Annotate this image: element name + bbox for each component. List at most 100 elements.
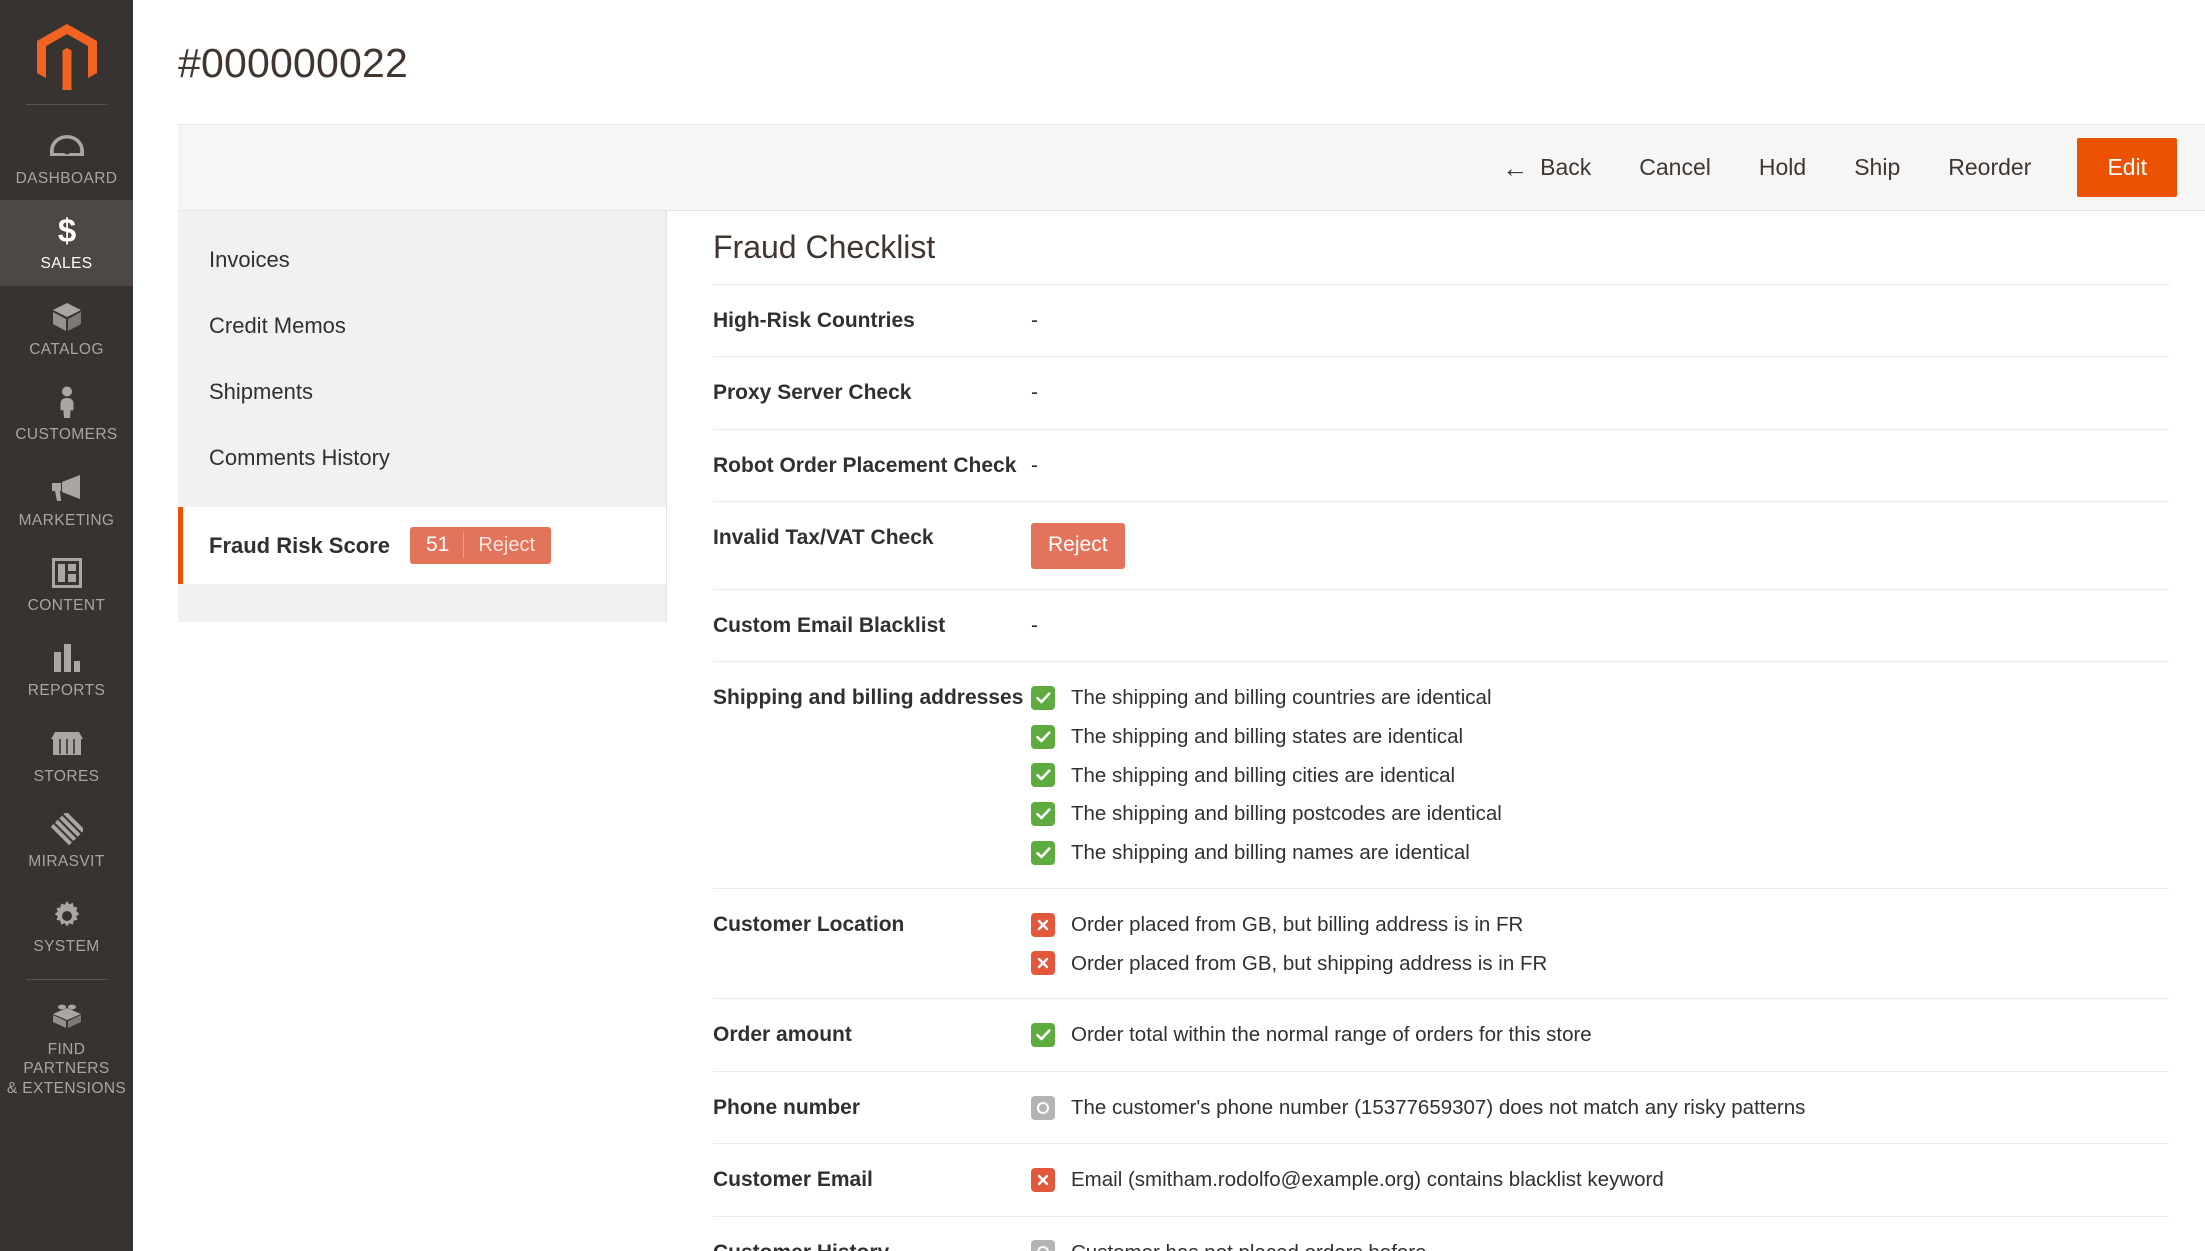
sidebar-item-invoices[interactable]: Invoices [178,227,666,293]
check-text: The shipping and billing cities are iden… [1071,763,1456,787]
layout-panels-icon [49,556,85,590]
list-item: Order total within the normal range of o… [1031,1020,2169,1050]
check-icon [1031,802,1055,827]
hold-button[interactable]: Hold [1735,141,1830,195]
x-icon [1031,1167,1055,1192]
sidebar-item-label: STORES [33,767,100,785]
cancel-button[interactable]: Cancel [1615,141,1735,195]
check-text: The customer's phone number (15377659307… [1071,1095,1806,1119]
list-item: The shipping and billing states are iden… [1031,722,2169,752]
row-value-text: - [1031,381,1038,405]
storefront-icon [49,727,85,761]
check-text: The shipping and billing states are iden… [1071,724,1464,748]
row-label: Shipping and billing addresses [713,686,1024,710]
fraud-score-value: 51 [425,533,450,556]
row-value: - [1031,378,2169,408]
sidebar-item-stores[interactable]: STORES [0,713,133,798]
table-row: Customer History Customer has not placed … [713,1217,2169,1251]
row-value-text: - [1031,613,1038,637]
sidebar-item-fraud-risk-score[interactable]: Fraud Risk Score 51 Reject [178,507,666,584]
row-label: Robot Order Placement Check [713,453,1017,477]
dashboard-gauge-icon [49,129,85,163]
check-icon [1031,840,1055,865]
subnav-item-label: Invoices [209,247,290,272]
row-value: The customer's phone number (15377659307… [1031,1093,2169,1123]
check-icon [1031,724,1055,749]
row-label: Phone number [713,1095,861,1119]
row-label: Customer History [713,1238,1031,1251]
sidebar-item-sales[interactable]: $ SALES [0,200,133,286]
row-value: - [1031,451,2169,481]
sidebar-item-comments-history[interactable]: Comments History [178,425,666,491]
fraud-verdict-label: Reject [478,533,536,556]
sidebar-item-shipments[interactable]: Shipments [178,359,666,425]
sidebar-item-customers[interactable]: CUSTOMERS [0,371,133,456]
subnav-item-label: Shipments [209,379,313,404]
table-row: Shipping and billing addresses The shippi… [713,662,2169,889]
row-value: The shipping and billing countries are i… [1031,683,2169,868]
sidebar-item-label: REPORTS [27,682,106,700]
row-label: Custom Email Blacklist [713,613,946,637]
table-row: Customer Location Order placed from GB, b… [713,889,2169,1000]
sidebar-item-label: SYSTEM [33,938,100,956]
sidebar-item-find-partners-extensions[interactable]: FIND PARTNERS & EXTENSIONS [0,986,133,1110]
subnav-item-label: Credit Memos [209,313,346,338]
box-icon [49,300,85,334]
check-icon [1031,763,1055,788]
edit-button[interactable]: Edit [2077,138,2177,197]
back-button[interactable]: ← Back [1478,141,1615,195]
row-value-text: - [1031,309,1038,332]
sidebar-item-label: CATALOG [29,340,104,358]
table-row: Phone number The customer's phone number … [713,1072,2169,1145]
sidebar-item-mirasvit[interactable]: MIRASVIT [0,798,133,883]
row-value: - [1031,611,2169,641]
page-actions-toolbar: ← Back Cancel Hold Ship Reorder Edit [178,124,2205,211]
list-item: The shipping and billing names are ident… [1031,838,2169,868]
panel-title: Fraud Checklist [713,229,2169,285]
sidebar-item-credit-memos[interactable]: Credit Memos [178,293,666,359]
sidebar-item-catalog[interactable]: CATALOG [0,286,133,371]
gear-icon [49,897,85,931]
table-row: Invalid Tax/VAT Check Reject [713,502,2169,590]
admin-page: DASHBOARD $ SALES CATALOG CUSTOMERS MARK… [0,0,2205,1251]
reorder-button[interactable]: Reorder [1924,141,2055,195]
sidebar-item-label: CUSTOMERS [15,426,118,444]
list-item: The shipping and billing cities are iden… [1031,761,2169,791]
sidebar-logo-divider [26,104,107,105]
list-item: Order placed from GB, but shipping addre… [1031,949,2169,979]
sidebar-item-label: MARKETING [18,511,115,529]
ship-button[interactable]: Ship [1830,141,1924,195]
x-icon [1031,951,1055,976]
list-item: The shipping and billing postcodes are i… [1031,799,2169,829]
status-badge: 51 Reject [409,527,552,564]
sidebar-item-content[interactable]: CONTENT [0,542,133,627]
check-icon [1031,1023,1055,1048]
mirasvit-weave-icon [49,812,85,846]
list-item: The shipping and billing countries are i… [1031,683,2169,713]
fraud-checklist-panel: Fraud Checklist High-Risk Countries - Prox… [667,211,2205,1251]
megaphone-icon [49,471,85,505]
magento-logo[interactable] [0,14,133,100]
sidebar-item-dashboard[interactable]: DASHBOARD [0,115,133,200]
table-row: Custom Email Blacklist - [713,590,2169,663]
back-button-label: Back [1540,154,1592,180]
sidebar-item-marketing[interactable]: MARKETING [0,457,133,542]
sidebar-item-system[interactable]: SYSTEM [0,883,133,968]
main-content-area: #000000022 ← Back Cancel Hold Ship Reord… [133,0,2205,1251]
x-icon [1031,912,1055,937]
table-row: Order amount Order total within the norma… [713,999,2169,1072]
row-value: Order placed from GB, but billing addres… [1031,910,2169,978]
row-value: Email (smitham.rodolfo@example.org) cont… [1031,1165,2169,1195]
sidebar-item-label: FIND PARTNERS & EXTENSIONS [6,1040,127,1097]
subnav-item-label: Comments History [209,445,390,470]
row-label: Customer Location [713,912,905,936]
sidebar-bottom-divider [26,978,107,980]
check-text: The shipping and billing names are ident… [1071,841,1470,865]
sidebar-item-reports[interactable]: REPORTS [0,627,133,712]
svg-text:$: $ [57,214,75,248]
arrow-left-icon: ← [1502,152,1529,183]
check-text: The shipping and billing postcodes are i… [1071,802,1502,826]
list-item: Order placed from GB, but billing addres… [1031,910,2169,940]
row-value: Reject [1031,523,2169,569]
order-subnav: Invoices Credit Memos Shipments Comments… [178,211,667,622]
